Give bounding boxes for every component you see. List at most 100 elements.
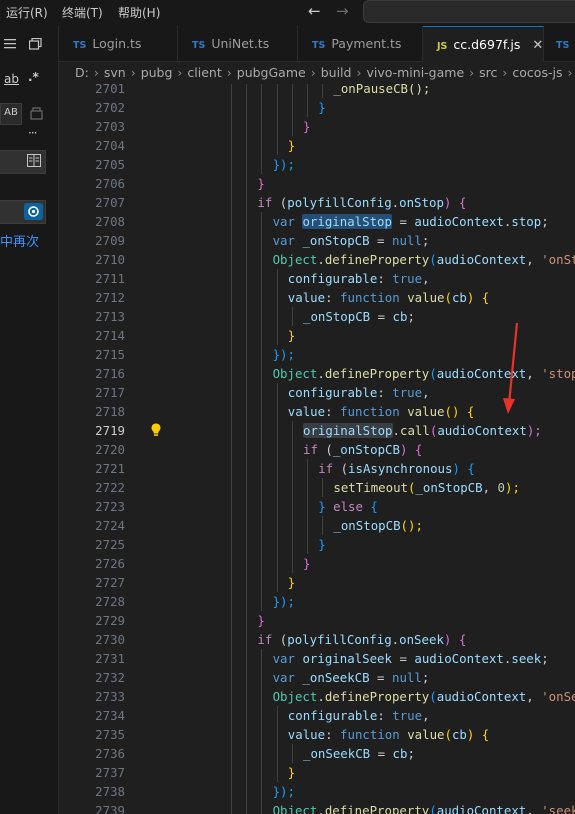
menu-help[interactable]: 帮助(H) — [118, 4, 160, 21]
code-line[interactable]: 2735 value: function value(cb) { — [59, 725, 575, 744]
breadcrumb-item[interactable]: build — [321, 65, 352, 80]
code-line[interactable]: 2736 _onSeekCB = cb; — [59, 744, 575, 763]
breadcrumb-item[interactable]: client — [187, 65, 221, 80]
code-line[interactable]: 2723} else { — [59, 497, 575, 516]
breadcrumb-item[interactable]: svn — [104, 65, 126, 80]
indent-guide — [246, 687, 248, 706]
code-token: }); — [272, 347, 295, 362]
code-line[interactable]: 2714} — [59, 326, 575, 345]
indent-guide — [261, 592, 263, 611]
code-line[interactable]: 2711 configurable: true, — [59, 269, 575, 288]
indent-guide — [276, 516, 278, 535]
code-line[interactable]: 2722 setTimeout(_onStopCB, 0); — [59, 478, 575, 497]
code-line[interactable]: 2713 _onStopCB = cb; — [59, 307, 575, 326]
code-editor[interactable]: 2701 _onPauseCB(); 2702} 2703} 2704} 2705}); 2… — [59, 84, 575, 814]
code-line[interactable]: 2708 var originalStop = audioContext.stop… — [59, 212, 575, 231]
code-line[interactable]: 2737} — [59, 763, 575, 782]
indent-guide — [307, 98, 308, 117]
indent-guide — [246, 668, 248, 687]
code-line[interactable]: 2731 var originalSeek = audioContext.seek… — [59, 649, 575, 668]
code-line[interactable]: 2720 if (_onStopCB) { — [59, 440, 575, 459]
search-again-link[interactable]: 中再次 — [0, 231, 39, 250]
indent-guide — [276, 136, 278, 155]
code-line[interactable]: 2739 Object.defineProperty(audioContext, … — [59, 801, 575, 814]
preserve-case-button[interactable]: AB — [0, 103, 22, 125]
code-token: ( — [429, 252, 437, 267]
indent-guide — [246, 763, 248, 782]
forward-arrow-icon[interactable]: → — [336, 2, 349, 20]
indent-guide — [231, 383, 232, 402]
more-options-icon[interactable]: ··· — [28, 126, 38, 140]
indent-guide — [246, 554, 248, 573]
match-whole-word-icon[interactable]: ab — [4, 72, 19, 86]
indent-guide — [246, 155, 248, 174]
code-token: } — [287, 328, 296, 343]
use-exclude-settings-button[interactable] — [24, 203, 43, 220]
close-icon[interactable]: ✕ — [532, 38, 543, 53]
indent-guide — [231, 782, 232, 801]
tab-uninet[interactable]: TS UniNet.ts — [178, 26, 298, 61]
code-line[interactable]: 2724 _onStopCB(); — [59, 516, 575, 535]
code-line[interactable]: 2712 value: function value(cb) { — [59, 288, 575, 307]
code-line[interactable]: 2706} — [59, 174, 575, 193]
breadcrumb-item[interactable]: vivo-mini-game — [366, 65, 464, 80]
code-line[interactable]: 2701 _onPauseCB(); — [59, 84, 575, 98]
code-line[interactable]: 2730 if (polyfillConfig.onSeek) { — [59, 630, 575, 649]
code-text: _onPauseCB(); — [333, 84, 430, 98]
code-line[interactable]: 2729} — [59, 611, 575, 630]
code-text: } — [318, 98, 325, 117]
code-line[interactable]: 2709 var _onStopCB = null; — [59, 231, 575, 250]
code-token: ; — [541, 651, 549, 666]
code-line[interactable]: 2715}); — [59, 345, 575, 364]
replace-all-icon[interactable] — [30, 106, 44, 120]
menu-bar: 运行(R) 终端(T) 帮助(H) ← → — [0, 0, 575, 26]
tab-overflow[interactable]: TS — [544, 26, 575, 61]
breadcrumb-item[interactable]: src — [479, 65, 497, 80]
code-line[interactable]: 2725} — [59, 535, 575, 554]
code-line[interactable]: 2738}); — [59, 782, 575, 801]
indent-guide — [261, 668, 263, 687]
command-center-search[interactable] — [363, 0, 575, 23]
code-line[interactable]: 2726} — [59, 554, 575, 573]
code-line[interactable]: 2717 configurable: true, — [59, 383, 575, 402]
indent-guide — [276, 725, 278, 744]
menu-terminal[interactable]: 终端(T) — [62, 4, 103, 21]
code-line[interactable]: 2710 Object.defineProperty(audioContext, … — [59, 250, 575, 269]
code-line[interactable]: 2707 if (polyfillConfig.onStop) { — [59, 193, 575, 212]
code-text: value: function value(cb) { — [288, 725, 489, 744]
code-line[interactable]: 2705}); — [59, 155, 575, 174]
gear-icon — [28, 206, 39, 217]
typescript-icon: TS — [312, 40, 326, 51]
back-arrow-icon[interactable]: ← — [308, 2, 321, 20]
code-line[interactable]: 2716 Object.defineProperty(audioContext, … — [59, 364, 575, 383]
tab-label: Payment.ts — [331, 36, 402, 51]
code-line[interactable]: 2719 originalStop.call(audioContext); — [59, 421, 575, 440]
code-line[interactable]: 2703} — [59, 117, 575, 136]
tab-payment[interactable]: TS Payment.ts — [298, 26, 423, 61]
code-line[interactable]: 2728}); — [59, 592, 575, 611]
breadcrumb-item[interactable]: cocos-js — [512, 65, 562, 80]
breadcrumb-item[interactable]: pubg — [141, 65, 173, 80]
code-line[interactable]: 2734 configurable: true, — [59, 706, 575, 725]
code-line[interactable]: 2733 Object.defineProperty(audioContext, … — [59, 687, 575, 706]
menu-run[interactable]: 运行(R) — [6, 4, 48, 21]
indent-guide — [231, 763, 232, 782]
list-icon[interactable] — [4, 38, 18, 50]
code-line[interactable]: 2718 value: function value() { — [59, 402, 575, 421]
line-number: 2731 — [95, 651, 125, 666]
tab-login[interactable]: TS Login.ts — [59, 26, 178, 61]
code-text: }); — [273, 345, 295, 364]
breadcrumb-item[interactable]: D: — [75, 65, 89, 80]
code-line[interactable]: 2727} — [59, 573, 575, 592]
code-line[interactable]: 2704} — [59, 136, 575, 155]
book-icon[interactable] — [27, 154, 41, 167]
copy-icon[interactable] — [29, 38, 42, 50]
code-line[interactable]: 2702} — [59, 98, 575, 117]
code-token: value — [287, 404, 326, 419]
regex-icon[interactable]: .* — [28, 70, 39, 84]
indent-guide — [276, 440, 278, 459]
code-line[interactable]: 2721 if (isAsynchronous) { — [59, 459, 575, 478]
code-line[interactable]: 2732 var _onSeekCB = null; — [59, 668, 575, 687]
breadcrumb-item[interactable]: pubgGame — [237, 65, 306, 80]
tab-cc-js[interactable]: JS cc.d697f.js ✕ — [423, 26, 544, 62]
